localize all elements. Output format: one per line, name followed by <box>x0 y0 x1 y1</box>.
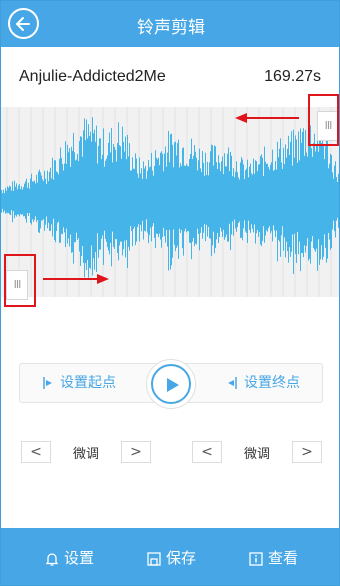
start-fine-tune: < 微调 > <box>21 441 151 463</box>
end-marker-highlight <box>308 94 339 146</box>
set-end-label: 设置终点 <box>244 375 300 391</box>
start-marker-highlight <box>4 254 36 307</box>
nav-save[interactable]: 保存 <box>146 548 196 568</box>
start-fine-increase-button[interactable]: > <box>121 441 151 463</box>
page-title: 铃声剪辑 <box>137 18 205 38</box>
nav-settings[interactable]: 设置 <box>44 548 94 568</box>
set-start-button[interactable]: 设置起点 <box>42 364 116 402</box>
save-icon <box>147 551 161 566</box>
info-icon <box>249 551 263 566</box>
start-fine-decrease-button[interactable]: < <box>21 441 51 463</box>
bell-icon <box>45 552 59 566</box>
end-fine-tune: < 微调 > <box>192 441 322 463</box>
track-duration: 169.27s <box>264 68 321 85</box>
waveform-area[interactable]: III III <box>1 107 339 300</box>
set-start-icon <box>43 377 52 389</box>
waveform <box>1 107 339 297</box>
nav-view[interactable]: 查看 <box>248 548 298 568</box>
track-name: Anjulie-Addicted2Me <box>19 68 166 85</box>
app-frame: 铃声剪辑 Anjulie-Addicted2Me 169.27s III III… <box>0 0 340 586</box>
play-button[interactable] <box>146 359 196 409</box>
end-fine-increase-button[interactable]: > <box>292 441 322 463</box>
title-bar: 铃声剪辑 <box>1 1 339 47</box>
end-fine-decrease-button[interactable]: < <box>192 441 222 463</box>
set-start-label: 设置起点 <box>60 375 116 391</box>
play-icon <box>167 378 179 392</box>
start-fine-tune-label: 微调 <box>72 447 99 462</box>
set-end-button[interactable]: 设置终点 <box>226 364 300 402</box>
nav-save-label: 保存 <box>166 549 197 567</box>
nav-settings-label: 设置 <box>64 549 95 567</box>
end-fine-tune-label: 微调 <box>243 447 270 462</box>
nav-view-label: 查看 <box>268 549 299 567</box>
set-end-icon <box>228 377 237 389</box>
bottom-nav: 设置 保存 查看 <box>1 528 339 585</box>
play-button-ring <box>151 364 191 404</box>
